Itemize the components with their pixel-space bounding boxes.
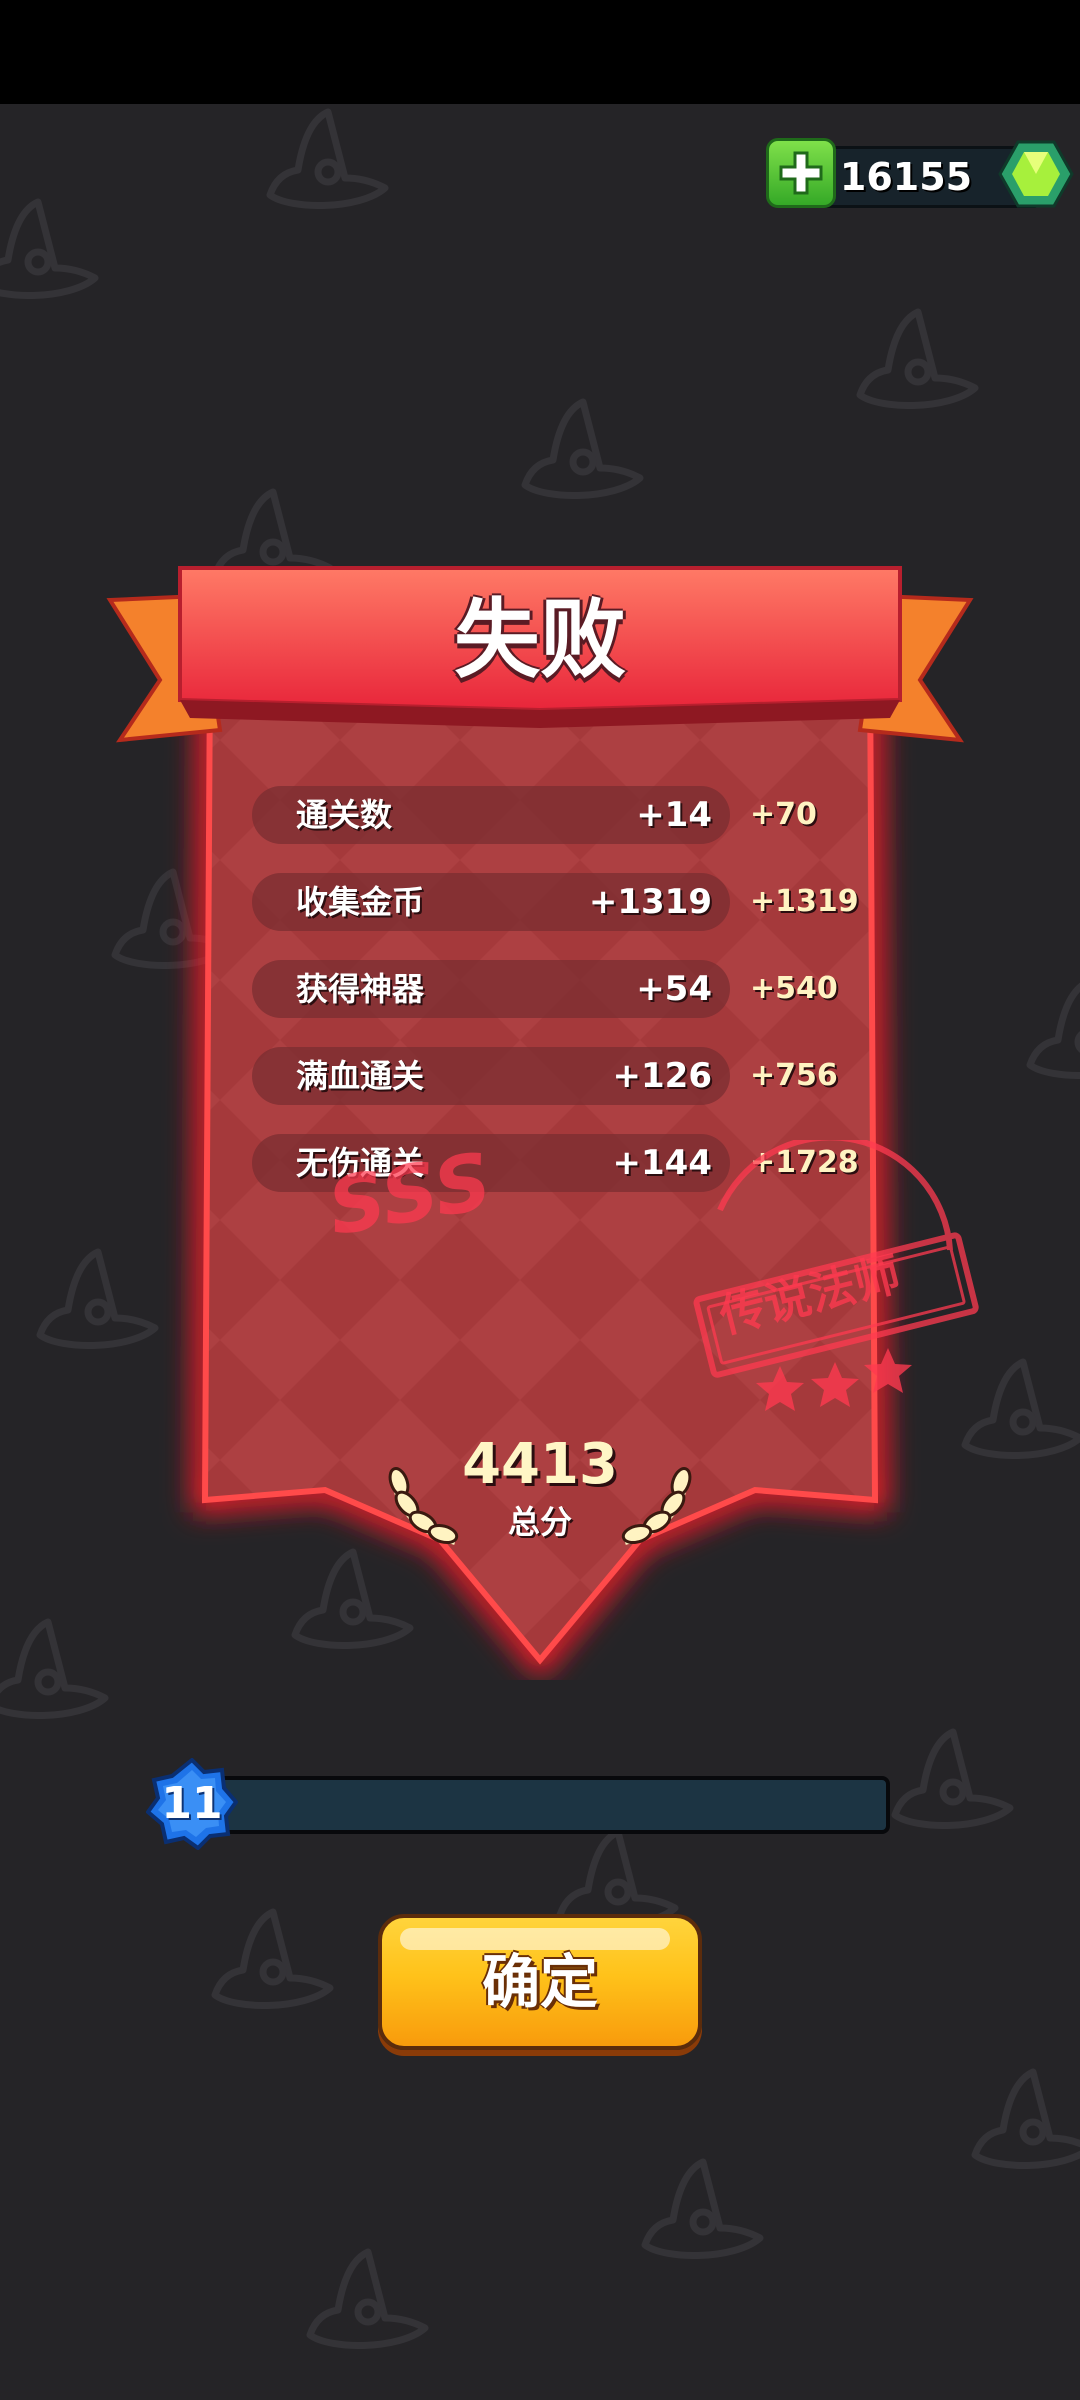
- confirm-button-label: 确定: [481, 1948, 598, 2016]
- stat-row: 通关数 +14 +70: [252, 786, 982, 844]
- stat-points: +540: [750, 971, 838, 1006]
- stat-row: 获得神器 +54 +540: [252, 960, 982, 1018]
- stat-points: +70: [750, 797, 817, 832]
- wizard-hat-icon: [521, 398, 644, 499]
- wizard-hat-icon: [266, 108, 389, 209]
- stat-label: 获得神器: [296, 970, 425, 1008]
- wizard-hat-icon: [891, 1728, 1014, 1829]
- status-bar: [0, 0, 1080, 104]
- stat-row: 收集金币 +1319 +1319: [252, 873, 982, 931]
- wizard-hat-icon: [856, 308, 979, 409]
- wizard-hat-icon: [1026, 982, 1080, 1079]
- wizard-hat-icon: [641, 2158, 764, 2259]
- gem-amount: 16155: [839, 155, 973, 199]
- stat-count: +54: [636, 969, 712, 1009]
- stat-label: 通关数: [296, 796, 393, 834]
- stat-points: +756: [750, 1058, 838, 1093]
- add-gems-button[interactable]: [766, 138, 836, 208]
- stat-row: 满血通关 +126 +756: [252, 1047, 982, 1105]
- result-screen: 16155 失败 通关数 +14 +70 收集金币 +1319 +1319 获得…: [0, 0, 1080, 2400]
- gem-counter: 16155: [766, 138, 1074, 208]
- plus-icon: [779, 151, 823, 195]
- total-score-label: 总分: [507, 1503, 572, 1541]
- stat-count: +1319: [588, 882, 712, 922]
- result-title: 失败: [454, 590, 626, 690]
- wizard-hat-icon: [211, 1908, 334, 2009]
- total-score: 4413: [462, 1432, 618, 1497]
- stat-count: +14: [636, 795, 712, 835]
- stat-label: 收集金币: [296, 883, 425, 921]
- gem-icon: [998, 140, 1074, 208]
- result-panel: 失败 通关数 +14 +70 收集金币 +1319 +1319 获得神器 +54…: [100, 560, 980, 1680]
- level-progress-bar: [200, 1776, 890, 1834]
- wizard-hat-icon: [0, 198, 99, 299]
- stat-points: +1319: [750, 884, 859, 919]
- level-value: 11: [161, 1778, 223, 1829]
- wizard-hat-icon: [971, 2068, 1080, 2169]
- wizard-hat-icon: [306, 2248, 429, 2349]
- stat-count: +126: [612, 1056, 712, 1096]
- stat-label: 满血通关: [296, 1057, 425, 1095]
- confirm-button[interactable]: 确定: [378, 1914, 702, 2050]
